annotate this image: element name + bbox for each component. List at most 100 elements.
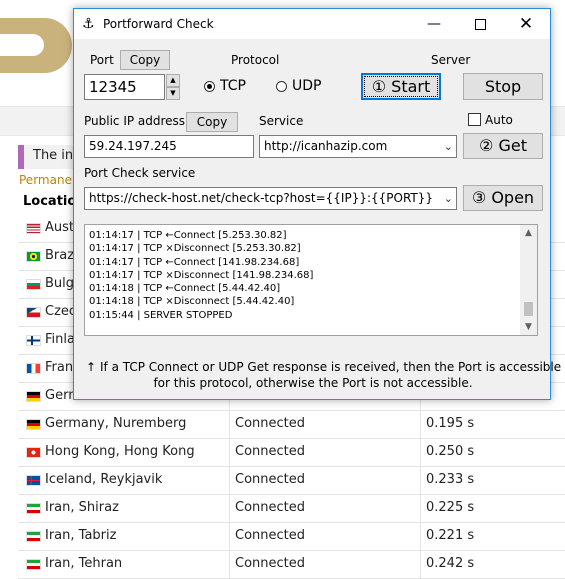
port-check-service-label: Port Check service	[84, 166, 196, 180]
time-cell: 0.195 s	[421, 411, 565, 438]
log-line: 01:14:17 | TCP ×Disconnect [141.98.234.6…	[89, 269, 314, 281]
service-select[interactable]: http://icanhazip.com ⌄	[259, 135, 457, 158]
flag-fi-icon	[26, 335, 41, 346]
status-cell: Connected	[230, 523, 421, 550]
location-text: Germany, Nuremberg	[45, 416, 187, 431]
time-text: 0.221 s	[426, 528, 475, 543]
status-text: Connected	[235, 444, 306, 459]
start-button[interactable]: ① Start	[361, 73, 441, 100]
stop-button[interactable]: Stop	[463, 73, 543, 100]
status-cell: Connected	[230, 411, 421, 438]
time-text: 0.195 s	[426, 416, 475, 431]
window-title: Portforward Check	[103, 17, 214, 31]
time-text: 0.233 s	[426, 472, 475, 487]
status-text: Connected	[235, 528, 306, 543]
log-line: 01:14:18 | TCP ←Connect [5.44.42.40]	[89, 283, 281, 295]
location-text: Czec	[45, 304, 77, 319]
time-text: 0.250 s	[426, 444, 475, 459]
time-text: 0.225 s	[426, 500, 475, 515]
service-value: http://icanhazip.com	[264, 139, 388, 153]
port-input[interactable]: 12345	[84, 74, 165, 100]
flag-br-icon	[26, 251, 41, 262]
location-cell: Iran, Tabriz	[18, 523, 230, 550]
location-text: Fran	[45, 360, 74, 375]
anchor-icon: ⚓	[82, 16, 95, 32]
public-ip-field[interactable]: 59.24.197.245	[84, 135, 254, 158]
flag-fr-icon	[26, 363, 41, 374]
status-text: Connected	[235, 556, 306, 571]
status-text: Connected	[235, 472, 306, 487]
permanent-link[interactable]: Permane	[19, 173, 72, 187]
log-line: 01:14:17 | TCP ←Connect [5.253.30.82]	[89, 230, 287, 241]
log-box[interactable]: 01:14:17 | TCP ←Connect [5.253.30.82] 01:…	[84, 224, 538, 336]
log-line: 01:14:18 | TCP ×Disconnect [5.44.42.40]	[89, 296, 295, 308]
time-cell: 0.221 s	[421, 523, 565, 550]
flag-is-icon	[26, 475, 41, 486]
scroll-up-icon[interactable]: ▲	[520, 225, 537, 241]
open-button[interactable]: ③ Open	[463, 185, 543, 211]
location-cell: Germany, Nuremberg	[18, 411, 230, 438]
status-cell: Connected	[230, 495, 421, 522]
location-text: Iceland, Reykjavik	[45, 472, 163, 487]
location-text: Braz	[45, 248, 75, 263]
copy-port-button[interactable]: Copy	[120, 50, 170, 70]
close-button[interactable]: ✕	[503, 9, 549, 39]
status-cell: Connected	[230, 467, 421, 494]
portforward-check-window: ⚓ Portforward Check — ✕ Port Copy Protoc…	[73, 8, 561, 400]
flag-bg-icon	[26, 279, 41, 290]
minimize-button[interactable]: —	[411, 9, 457, 39]
port-label: Port	[90, 53, 114, 67]
scroll-down-icon[interactable]: ▼	[520, 319, 537, 335]
scroll-thumb[interactable]	[524, 302, 533, 316]
table-row: Iceland, Reykjavik Connected 0.233 s	[18, 467, 565, 495]
focus-rect	[364, 76, 438, 97]
auto-checkbox[interactable]	[468, 113, 481, 126]
log-line: 01:14:17 | TCP ←Connect [141.98.234.68]	[89, 256, 300, 268]
info-line-2: for this protocol, otherwise the Port is…	[153, 376, 473, 390]
location-cell: Iran, Shiraz	[18, 495, 230, 522]
auto-label[interactable]: Auto	[485, 113, 513, 127]
flag-ir-icon	[26, 531, 41, 542]
flag-hk-icon	[26, 447, 41, 458]
table-row: Iran, Tabriz Connected 0.221 s	[18, 523, 565, 551]
maximize-icon	[474, 18, 486, 30]
flag-us-icon	[26, 223, 41, 234]
info-line-1: If a TCP Connect or UDP Get response is …	[100, 360, 562, 374]
location-text: Iran, Shiraz	[45, 500, 119, 515]
table-row: Iran, Shiraz Connected 0.225 s	[18, 495, 565, 523]
chevron-down-icon: ⌄	[443, 192, 453, 205]
location-text: Aust	[45, 220, 75, 235]
tcp-radio-label[interactable]: TCP	[220, 78, 246, 94]
copy-ip-button[interactable]: Copy	[186, 112, 238, 132]
spin-down-button[interactable]: ▼	[166, 87, 180, 100]
maximize-button[interactable]	[457, 9, 503, 39]
tcp-radio[interactable]	[204, 81, 215, 92]
status-text: Connected	[235, 416, 306, 431]
location-text: Hong Kong, Hong Kong	[45, 444, 195, 459]
title-bar[interactable]: ⚓ Portforward Check — ✕	[74, 9, 550, 39]
protocol-label: Protocol	[231, 53, 280, 67]
udp-radio[interactable]	[276, 81, 287, 92]
status-cell: Connected	[230, 551, 421, 578]
log-scrollbar[interactable]: ▲ ▼	[520, 225, 537, 335]
chevron-down-icon: ⌄	[443, 140, 453, 153]
udp-radio-label[interactable]: UDP	[292, 78, 321, 94]
table-row: Iran, Tehran Connected 0.242 s	[18, 551, 565, 579]
port-check-service-select[interactable]: https://check-host.net/check-tcp?host={{…	[84, 187, 457, 210]
log-line: 01:14:17 | TCP ×Disconnect [5.253.30.82]	[89, 243, 301, 255]
info-banner-text: The in	[33, 148, 74, 163]
port-check-service-value: https://check-host.net/check-tcp?host={{…	[89, 191, 434, 205]
flag-de-icon	[26, 419, 41, 430]
spin-up-button[interactable]: ▲	[166, 74, 180, 87]
location-cell: Iran, Tehran	[18, 551, 230, 578]
arrow-up-icon: ↑	[86, 360, 97, 374]
log-lines: 01:14:17 | TCP ←Connect [5.253.30.82] 01:…	[89, 229, 313, 322]
service-label: Service	[259, 114, 304, 128]
port-spinner[interactable]: ▲ ▼	[166, 74, 180, 100]
flag-ir-icon	[26, 503, 41, 514]
get-button[interactable]: ② Get	[463, 133, 543, 159]
time-cell: 0.250 s	[421, 439, 565, 466]
time-cell: 0.242 s	[421, 551, 565, 578]
site-logo	[0, 18, 72, 73]
status-cell: Connected	[230, 439, 421, 466]
